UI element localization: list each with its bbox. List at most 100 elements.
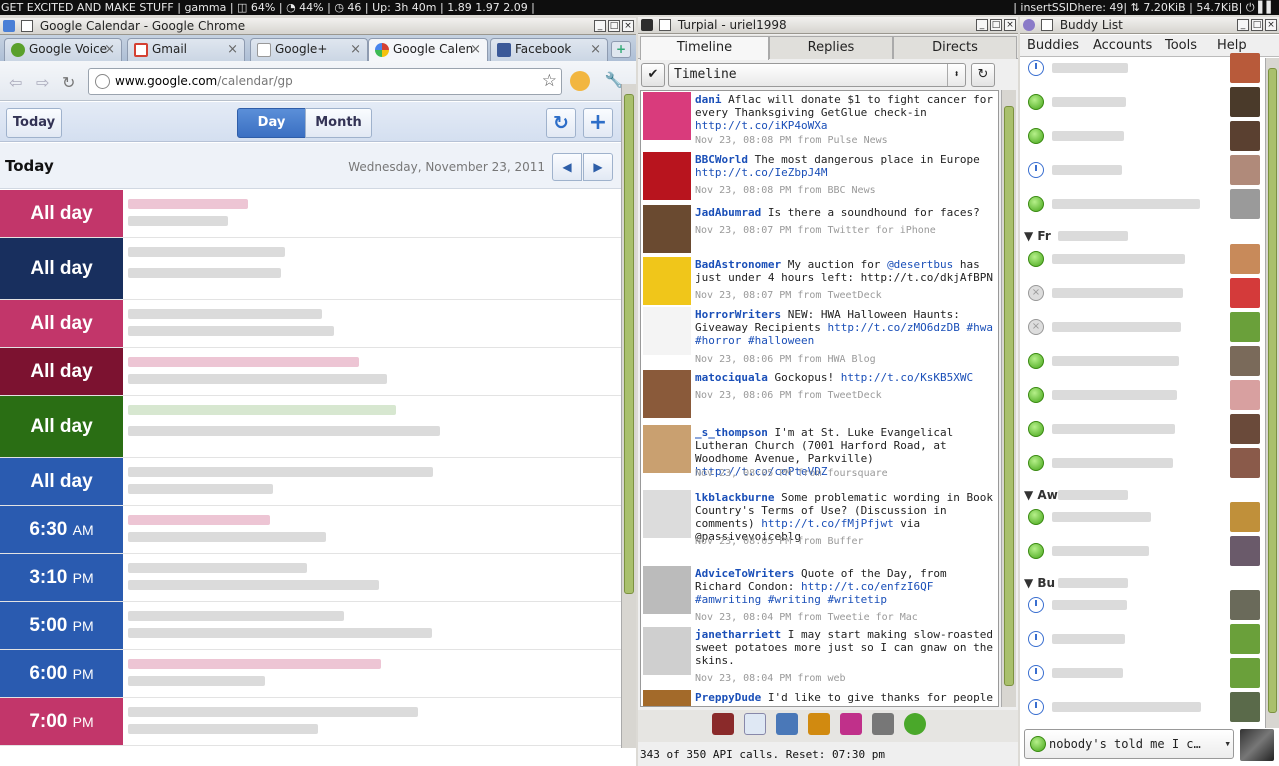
- tweet[interactable]: JadAbumrad Is there a soundhound for fac…: [641, 204, 998, 256]
- close-tab-icon[interactable]: ×: [590, 39, 601, 60]
- window-menu-icon[interactable]: [21, 20, 33, 32]
- tab-google-plus[interactable]: Google+ ×: [250, 38, 368, 61]
- bookmark-star-icon[interactable]: ☆: [542, 69, 557, 94]
- tweet[interactable]: dani Aflac will donate $1 to fight cance…: [641, 91, 998, 151]
- avatar[interactable]: [643, 566, 691, 614]
- event-row[interactable]: 6:00 PM: [0, 650, 621, 698]
- close-tab-icon[interactable]: ×: [350, 39, 361, 60]
- tweet-username[interactable]: janetharriett: [695, 628, 781, 641]
- buddy-row[interactable]: ×: [1020, 276, 1265, 310]
- status-selector[interactable]: nobody's told me I c… ▾: [1024, 729, 1234, 759]
- close-tab-icon[interactable]: ×: [470, 39, 481, 60]
- close-tab-icon[interactable]: ×: [104, 39, 115, 60]
- add-event-icon[interactable]: +: [583, 108, 613, 138]
- previous-day-button[interactable]: ◀: [552, 153, 582, 181]
- new-tab-button[interactable]: +: [611, 41, 631, 58]
- buddy-row[interactable]: [1020, 588, 1265, 622]
- buddy-scrollbar[interactable]: [1265, 58, 1279, 728]
- close-icon[interactable]: ×: [622, 20, 634, 32]
- photo-icon[interactable]: [840, 713, 862, 735]
- back-arrow-icon[interactable]: ⇦: [9, 73, 22, 92]
- tab-google-voice[interactable]: Google Voice ×: [4, 38, 122, 61]
- scrollbar-thumb[interactable]: [624, 94, 634, 594]
- tweet-username[interactable]: dani: [695, 93, 722, 106]
- avatar[interactable]: [643, 690, 691, 706]
- tweet-link[interactable]: http://t.co/KsKB5XWC: [841, 371, 973, 384]
- tab-google-calendar[interactable]: Google Calen ×: [368, 38, 488, 61]
- minimize-icon[interactable]: _: [976, 19, 988, 31]
- buddy-row[interactable]: [1020, 51, 1265, 85]
- tweet-link[interactable]: http://t.co/fMjPfjwt: [761, 517, 893, 530]
- event-row[interactable]: All day: [0, 190, 621, 238]
- tweet[interactable]: matociquala Gockopus! http://t.co/KsKB5X…: [641, 369, 998, 424]
- tweet-username[interactable]: PreppyDude: [695, 691, 761, 704]
- chrome-titlebar[interactable]: Google Calendar - Google Chrome _ □ ×: [0, 18, 636, 35]
- today-button[interactable]: Today: [6, 108, 62, 138]
- tab-directs[interactable]: Directs: [893, 36, 1017, 59]
- buddy-row[interactable]: [1020, 534, 1265, 568]
- expand-triangle-icon[interactable]: ▼: [1024, 229, 1037, 243]
- tweet[interactable]: lkblackburne Some problematic wording in…: [641, 489, 998, 565]
- reload-icon[interactable]: ↻: [62, 73, 75, 92]
- buddy-row[interactable]: ×: [1020, 310, 1265, 344]
- tweet-username[interactable]: AdviceToWriters: [695, 567, 794, 580]
- scrollbar-thumb[interactable]: [1004, 106, 1014, 686]
- calendar-scrollbar[interactable]: [621, 84, 636, 748]
- minimize-icon[interactable]: _: [1237, 19, 1249, 31]
- turpial-titlebar[interactable]: Turpial - uriel1998 _ □ ×: [638, 17, 1018, 34]
- event-row[interactable]: 7:00 PM: [0, 698, 621, 746]
- buddy-row[interactable]: [1020, 187, 1265, 221]
- maximize-icon[interactable]: □: [1251, 19, 1263, 31]
- tweet-timeline[interactable]: dani Aflac will donate $1 to fight cance…: [640, 90, 999, 707]
- close-icon[interactable]: ×: [1004, 19, 1016, 31]
- buddy-group-header[interactable]: ▼ Fr: [1024, 229, 1128, 243]
- avatar[interactable]: [643, 627, 691, 675]
- mark-read-check-icon[interactable]: ✔: [641, 63, 665, 87]
- buddy-row[interactable]: [1020, 622, 1265, 656]
- tweet-username[interactable]: lkblackburne: [695, 491, 774, 504]
- event-row[interactable]: 6:30 AM: [0, 506, 621, 554]
- contacts-card-icon[interactable]: [744, 713, 766, 735]
- avatar[interactable]: [643, 92, 691, 140]
- buddy-row[interactable]: [1020, 85, 1265, 119]
- buddy-row[interactable]: [1020, 378, 1265, 412]
- buddy-row[interactable]: [1020, 690, 1265, 724]
- tweet[interactable]: PreppyDude I'd like to give thanks for p…: [641, 689, 998, 706]
- event-row[interactable]: 3:10 PM: [0, 554, 621, 602]
- scrollbar-thumb[interactable]: [1268, 68, 1277, 713]
- tweet-link[interactable]: http://t.co/iKP4oWXa: [695, 119, 827, 132]
- month-view-button[interactable]: Month: [305, 108, 372, 138]
- maximize-icon[interactable]: □: [608, 20, 620, 32]
- timeline-scrollbar[interactable]: [1001, 90, 1016, 707]
- avatar[interactable]: [643, 205, 691, 253]
- next-day-button[interactable]: ▶: [583, 153, 613, 181]
- compose-icon[interactable]: [808, 713, 830, 735]
- tweet-link[interactable]: @desertbus: [887, 258, 953, 271]
- event-row[interactable]: All day: [0, 458, 621, 506]
- forward-arrow-icon[interactable]: ⇨: [36, 73, 49, 92]
- my-avatar[interactable]: [1240, 729, 1274, 761]
- tweet-username[interactable]: BadAstronomer: [695, 258, 781, 271]
- buddy-row[interactable]: [1020, 656, 1265, 690]
- buddy-row[interactable]: [1020, 153, 1265, 187]
- settings-sliders-icon[interactable]: [872, 713, 894, 735]
- extension-face-icon[interactable]: [570, 71, 590, 91]
- window-menu-icon[interactable]: [659, 19, 671, 31]
- tweet-link[interactable]: http://t.co/IeZbpJ4M: [695, 166, 827, 179]
- tab-replies[interactable]: Replies: [769, 36, 893, 59]
- buddy-row[interactable]: [1020, 119, 1265, 153]
- buddy-row[interactable]: [1020, 446, 1265, 480]
- tweet-username[interactable]: _s_thompson: [695, 426, 768, 439]
- info-icon[interactable]: [904, 713, 926, 735]
- column-select[interactable]: Timeline ⬍: [668, 63, 966, 87]
- buddy-row[interactable]: [1020, 412, 1265, 446]
- close-tab-icon[interactable]: ×: [227, 39, 238, 60]
- close-icon[interactable]: ×: [1265, 19, 1277, 31]
- tab-timeline[interactable]: Timeline: [640, 36, 769, 60]
- tweet-username[interactable]: JadAbumrad: [695, 206, 761, 219]
- day-view-button[interactable]: Day: [237, 108, 306, 138]
- tweet[interactable]: BBCWorld The most dangerous place in Eur…: [641, 151, 998, 204]
- avatar[interactable]: [643, 370, 691, 418]
- tweet[interactable]: janetharriett I may start making slow-ro…: [641, 626, 998, 689]
- avatar[interactable]: [643, 425, 691, 473]
